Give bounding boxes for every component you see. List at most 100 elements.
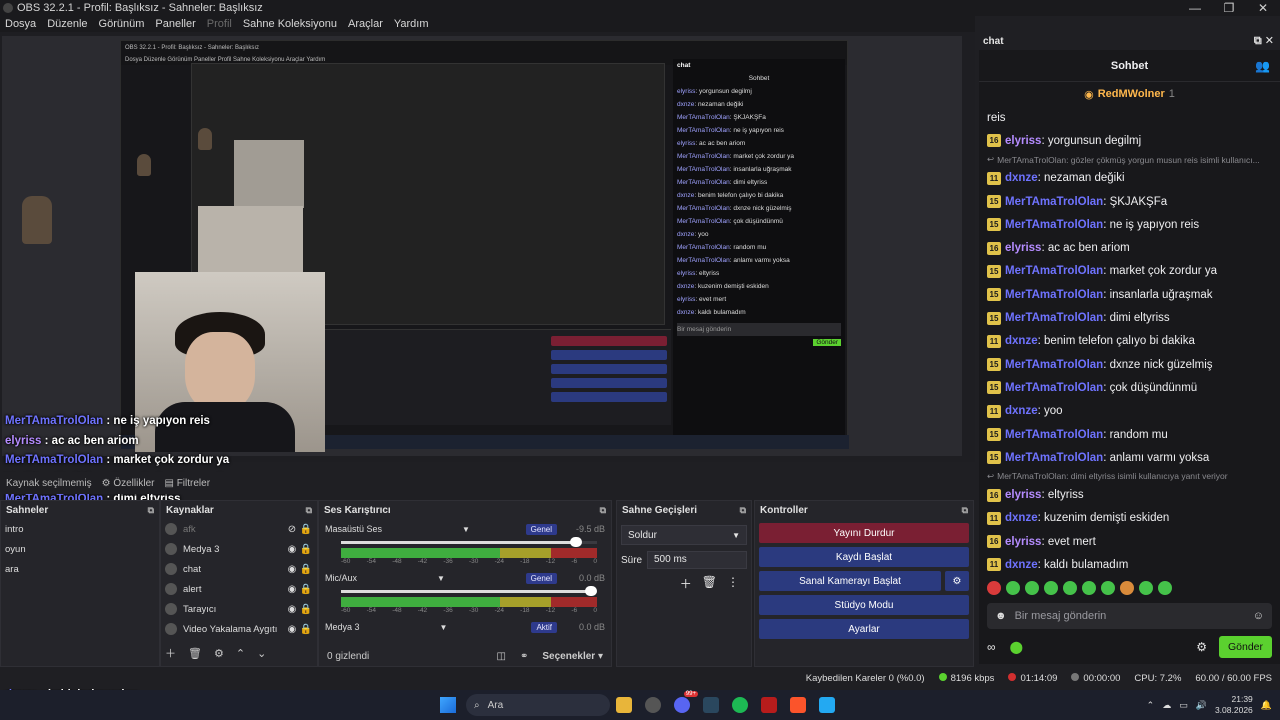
close-icon[interactable]: ⧉ ✕ (1254, 34, 1274, 48)
spotify-icon[interactable] (732, 697, 748, 713)
menu-profile[interactable]: Profil (207, 18, 232, 30)
scenes-dock: Sahneler ⧉ intro oyun ara (0, 500, 160, 667)
transition-select[interactable]: Soldur ▼ (621, 525, 747, 545)
add-transition-icon[interactable]: ＋ (680, 575, 692, 592)
source-item[interactable]: alert ◉ 🔒 (161, 579, 317, 599)
volume-icon[interactable]: 🔊 (1196, 700, 1207, 711)
more-icon[interactable]: ⋮ (727, 575, 739, 592)
virtual-camera-settings-icon[interactable]: ⚙ (945, 571, 969, 591)
chat-message: 16 elyriss: yorgunsun degilmj (987, 129, 1272, 152)
chat-message: 15 MerTAmaTrolOlan: dxnze nick güzelmiş (987, 353, 1272, 376)
obs-window: { "window": { "title": "OBS 32.2.1 - Pro… (0, 0, 1280, 720)
eye-icon[interactable]: ◉ (285, 544, 299, 555)
volume-slider[interactable] (341, 585, 597, 597)
onedrive-icon[interactable]: ☁ (1162, 700, 1171, 711)
lock-icon[interactable]: 🔒 (299, 604, 313, 615)
source-item[interactable]: afk ⊘ 🔒 (161, 519, 317, 539)
source-item[interactable]: Tarayıcı ◉ 🔒 (161, 599, 317, 619)
remove-source-icon[interactable]: 🗑 (188, 647, 202, 660)
lock-icon[interactable]: 🔒 (299, 584, 313, 595)
vscode-icon[interactable] (819, 697, 835, 713)
source-item[interactable]: chat ◉ 🔒 (161, 559, 317, 579)
properties-button[interactable]: ⚙ Özellikler (102, 478, 155, 489)
chat-messages: reis 16 elyriss: yorgunsun degilmj ↩ MerTAm… (979, 106, 1280, 577)
eye-icon[interactable]: ◉ (285, 584, 299, 595)
chevron-down-icon[interactable]: ▼ (437, 574, 445, 583)
chevron-down-icon[interactable]: ▼ (440, 623, 448, 632)
menu-scene-collection[interactable]: Sahne Koleksiyonu (243, 18, 337, 30)
duration-input[interactable]: 500 ms (647, 551, 747, 569)
lock-icon[interactable]: 🔒 (299, 544, 313, 555)
eye-icon[interactable]: ◉ (285, 604, 299, 615)
popout-icon[interactable]: ⧉ (740, 505, 746, 516)
settings-button[interactable]: Ayarlar (759, 619, 969, 639)
channel-tag[interactable]: Aktif (531, 621, 557, 633)
scene-item[interactable]: intro (1, 519, 159, 539)
clock[interactable]: 21:39 3.08.2026 (1215, 694, 1253, 716)
mixer-link-icon[interactable]: ⚭ (520, 651, 528, 662)
maximize-button[interactable]: ❐ (1212, 1, 1246, 15)
studio-mode-button[interactable]: Stüdyo Modu (759, 595, 969, 615)
menu-tools[interactable]: Araçlar (348, 18, 383, 30)
source-item[interactable]: Medya 3 ◉ 🔒 (161, 539, 317, 559)
lock-icon[interactable]: 🔒 (299, 524, 313, 535)
popout-icon[interactable]: ⧉ (306, 505, 312, 516)
popout-icon[interactable]: ⧉ (600, 505, 606, 516)
source-settings-icon[interactable]: ⚙ (214, 647, 224, 660)
remove-transition-icon[interactable]: 🗑 (702, 575, 717, 592)
gear-icon[interactable]: ⚙ (1196, 640, 1207, 654)
popout-icon[interactable]: ⧉ (148, 505, 154, 516)
discord-icon[interactable]: 99+ (674, 691, 698, 713)
menu-view[interactable]: Görünüm (99, 18, 145, 30)
move-down-icon[interactable]: ⌄ (257, 647, 266, 660)
volume-slider[interactable] (341, 536, 597, 548)
channel-tag[interactable]: Genel (525, 523, 557, 535)
move-up-icon[interactable]: ⌃ (236, 647, 245, 660)
eye-icon[interactable]: ◉ (285, 564, 299, 575)
scene-item[interactable]: ara (1, 559, 159, 579)
chat-username: MerTAmaTrolOlan (1005, 451, 1104, 464)
close-button[interactable]: ✕ (1246, 1, 1280, 15)
scene-item[interactable]: oyun (1, 539, 159, 559)
minimize-button[interactable]: — (1178, 1, 1212, 15)
eye-icon[interactable]: ◉ (285, 624, 299, 635)
tray-chevron-icon[interactable]: ⌃ (1147, 700, 1155, 711)
file-explorer-icon[interactable] (616, 697, 632, 713)
menu-file[interactable]: Dosya (5, 18, 36, 30)
lock-icon[interactable]: 🔒 (299, 624, 313, 635)
taskbar-search[interactable]: ⌕ Ara (466, 694, 610, 716)
stop-stream-button[interactable]: Yayını Durdur (759, 523, 969, 543)
source-item[interactable]: Video Yakalama Aygıtı ◉ 🔒 (161, 619, 317, 639)
users-icon[interactable]: 👥 (1255, 59, 1270, 73)
nested-chat-line: elyriss: eltyriss (677, 270, 720, 277)
kick-icon[interactable]: ⬤ (1010, 640, 1023, 654)
mixer-options-button[interactable]: Seçenekler ▾ (542, 651, 603, 662)
preview-area[interactable]: OBS 32.2.1 - Profil: Başlıksız - Sahnele… (0, 32, 975, 462)
chat-input[interactable]: ☻ Bir mesaj gönderin ☺ (987, 602, 1272, 629)
send-button[interactable]: Gönder (1218, 635, 1272, 658)
menu-edit[interactable]: Düzenle (47, 18, 87, 30)
eye-off-icon[interactable]: ⊘ (285, 524, 299, 535)
layout-toggle-icon[interactable]: ◫ (497, 651, 506, 662)
notification-icon[interactable]: 🔔 (1261, 700, 1272, 711)
chat-message: 16 elyriss: eltyriss (987, 483, 1272, 506)
pinned-user[interactable]: ◉ RedMWolner 1 (979, 82, 1280, 106)
emote-strip[interactable] (979, 577, 1280, 599)
add-source-icon[interactable]: ＋ (165, 645, 176, 661)
network-icon[interactable]: ▭ (1179, 700, 1188, 711)
menu-help[interactable]: Yardım (394, 18, 429, 30)
netflix-icon[interactable] (761, 697, 777, 713)
filters-button[interactable]: ▤ Filtreler (164, 478, 210, 489)
start-virtual-camera-button[interactable]: Sanal Kamerayı Başlat (759, 571, 941, 591)
lock-icon[interactable]: 🔒 (299, 564, 313, 575)
infinity-icon[interactable]: ∞ (987, 640, 996, 654)
menu-docks[interactable]: Paneller (155, 18, 195, 30)
channel-tag[interactable]: Genel (525, 572, 557, 584)
obs-icon[interactable] (645, 697, 661, 713)
chevron-down-icon[interactable]: ▼ (462, 525, 470, 534)
brave-icon[interactable] (790, 697, 806, 713)
popout-icon[interactable]: ⧉ (962, 505, 968, 516)
start-icon[interactable] (440, 697, 456, 713)
start-recording-button[interactable]: Kaydı Başlat (759, 547, 969, 567)
steam-icon[interactable] (703, 697, 719, 713)
